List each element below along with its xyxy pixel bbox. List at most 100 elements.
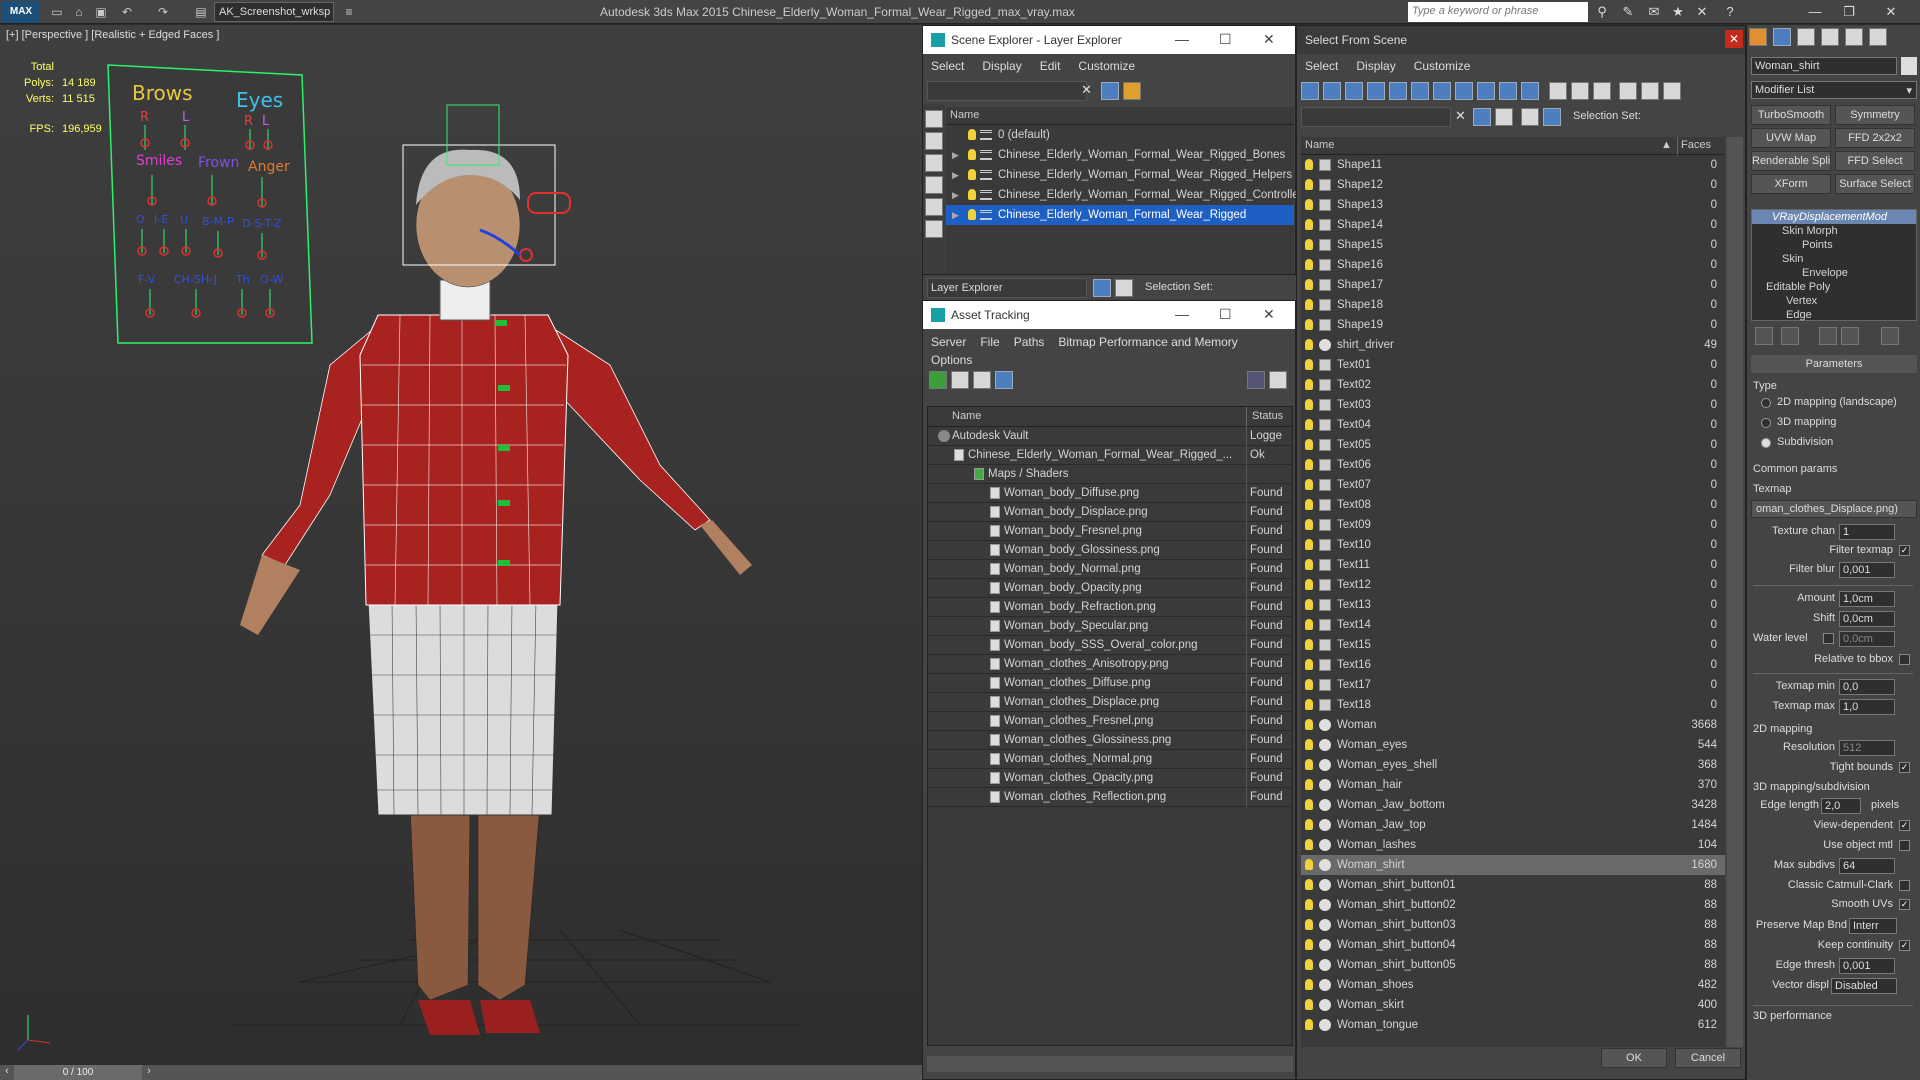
object-row[interactable]: Woman_Jaw_top 1484	[1301, 815, 1725, 835]
object-col-faces[interactable]: Faces	[1681, 139, 1711, 151]
workspace-dropdown[interactable]: AK_Screenshot_wrksp	[214, 2, 334, 22]
visibility-bulb-icon[interactable]	[1305, 999, 1313, 1010]
layer-list-header[interactable]: Name	[946, 107, 1294, 125]
object-row[interactable]: Shape18 0	[1301, 295, 1725, 315]
thumbnail-view-icon[interactable]	[973, 371, 991, 389]
menu-display[interactable]: Display	[1356, 59, 1395, 73]
visibility-bulb-icon[interactable]	[1305, 1019, 1313, 1030]
asset-row[interactable]: Woman_clothes_Diffuse.png Found	[928, 674, 1292, 693]
object-row[interactable]: shirt_driver 49	[1301, 335, 1725, 355]
close-icon[interactable]: ✕	[1263, 306, 1275, 323]
expand-arrow-icon[interactable]: ▶	[952, 205, 959, 225]
visibility-bulb-icon[interactable]	[1305, 159, 1313, 170]
layer-row[interactable]: ▶ Chinese_Elderly_Woman_Formal_Wear_Rigge…	[946, 185, 1308, 205]
shift-spinner[interactable]: 0,0cm	[1839, 611, 1895, 627]
filter-geometry-icon[interactable]	[1301, 82, 1319, 100]
modifier-button[interactable]: Symmetry	[1835, 105, 1915, 125]
favorites-star-icon[interactable]: ★	[1668, 3, 1688, 21]
visibility-bulb-icon[interactable]	[1305, 579, 1313, 590]
list-view-icon[interactable]	[951, 371, 969, 389]
filter-shapes-icon[interactable]	[1323, 82, 1341, 100]
filter-helpers-icon[interactable]	[1389, 82, 1407, 100]
display-geometry-icon[interactable]	[925, 110, 943, 128]
visibility-bulb-icon[interactable]	[968, 129, 976, 140]
edge-length-spinner[interactable]: 2,0	[1821, 798, 1861, 814]
menu-customize[interactable]: Customize	[1414, 59, 1471, 73]
visibility-bulb-icon[interactable]	[1305, 759, 1313, 770]
close-icon[interactable]: ✕	[1263, 31, 1275, 48]
object-row[interactable]: Text13 0	[1301, 595, 1725, 615]
object-list-scrollbar[interactable]	[1727, 137, 1743, 1047]
stack-item[interactable]: Editable Poly	[1752, 280, 1916, 294]
visibility-bulb-icon[interactable]	[1305, 399, 1313, 410]
select-from-scene-titlebar[interactable]: Select From Scene ✕	[1297, 26, 1745, 54]
visibility-bulb-icon[interactable]	[1305, 619, 1313, 630]
workspace-chevron-icon[interactable]: ≡	[340, 3, 358, 21]
water-level-spinner[interactable]: 0,0cm	[1839, 631, 1895, 647]
object-row[interactable]: Woman_shirt_button05 88	[1301, 955, 1725, 975]
display-tab-icon[interactable]	[1845, 28, 1863, 46]
visibility-bulb-icon[interactable]	[1305, 899, 1313, 910]
expand-arrow-icon[interactable]: ▶	[952, 165, 959, 185]
relative-bbox-checkbox[interactable]	[1899, 654, 1910, 665]
object-row[interactable]: Shape16 0	[1301, 255, 1725, 275]
modifier-button[interactable]: FFD Select	[1835, 151, 1915, 171]
visibility-bulb-icon[interactable]	[1305, 199, 1313, 210]
visibility-bulb-icon[interactable]	[968, 169, 976, 180]
object-row[interactable]: Shape11 0	[1301, 155, 1725, 175]
visibility-bulb-icon[interactable]	[1305, 179, 1313, 190]
filter-lights-icon[interactable]	[1345, 82, 1363, 100]
asset-row[interactable]: Woman_body_Glossiness.png Found	[928, 541, 1292, 560]
menu-display[interactable]: Display	[982, 59, 1021, 73]
redo-icon[interactable]: ↷	[154, 3, 172, 21]
help-icon[interactable]: ?	[1720, 3, 1740, 21]
perspective-viewport[interactable]: [+] [Perspective ] [Realistic + Edged Fa…	[0, 25, 922, 1065]
classic-catmull-checkbox[interactable]	[1899, 880, 1910, 891]
radio-2d-mapping[interactable]	[1761, 398, 1771, 408]
filter-containers-icon[interactable]	[1499, 82, 1517, 100]
menu-select[interactable]: Select	[931, 59, 964, 73]
object-row[interactable]: Text06 0	[1301, 455, 1725, 475]
help-icon[interactable]	[1247, 371, 1265, 389]
object-row[interactable]: Shape14 0	[1301, 215, 1725, 235]
asset-col-status[interactable]: Status	[1252, 410, 1283, 422]
visibility-bulb-icon[interactable]	[1305, 659, 1313, 670]
subscription-icon[interactable]: ✎	[1618, 3, 1638, 21]
pin-stack-icon[interactable]	[1755, 327, 1773, 345]
scene-search-input[interactable]	[927, 81, 1087, 101]
keep-continuity-checkbox[interactable]: ✓	[1899, 940, 1910, 951]
stack-item[interactable]: Vertex	[1752, 294, 1916, 308]
texture-channel-spinner[interactable]: 1	[1839, 524, 1895, 540]
preserve-map-dropdown[interactable]: Interr	[1849, 918, 1897, 934]
modifier-button[interactable]: UVW Map	[1751, 128, 1831, 148]
object-row[interactable]: Woman 3668	[1301, 715, 1725, 735]
visibility-bulb-icon[interactable]	[1305, 239, 1313, 250]
undo-icon[interactable]: ↶	[118, 3, 136, 21]
asset-row[interactable]: Woman_clothes_Fresnel.png Found	[928, 712, 1292, 731]
object-row[interactable]: Woman_eyes 544	[1301, 735, 1725, 755]
smooth-uvs-checkbox[interactable]: ✓	[1899, 899, 1910, 910]
select-search-input[interactable]	[1301, 107, 1451, 127]
object-row[interactable]: Text15 0	[1301, 635, 1725, 655]
object-row[interactable]: Text02 0	[1301, 375, 1725, 395]
object-row[interactable]: Text10 0	[1301, 535, 1725, 555]
asset-row[interactable]: Autodesk Vault Logge	[928, 427, 1292, 446]
menu-options[interactable]: Options	[931, 353, 972, 367]
communication-icon[interactable]: ✉	[1644, 3, 1664, 21]
asset-tracking-titlebar[interactable]: Asset Tracking — ☐ ✕	[923, 301, 1295, 329]
filter-funnel-icon[interactable]	[1619, 82, 1637, 100]
visibility-bulb-icon[interactable]	[1305, 919, 1313, 930]
close-icon[interactable]: ✕	[1725, 30, 1743, 48]
modifier-button[interactable]: Renderable Spline	[1751, 151, 1831, 171]
modifier-button[interactable]: XForm	[1751, 174, 1831, 194]
open-file-icon[interactable]: ⌂	[70, 3, 88, 21]
modifier-button[interactable]: TurboSmooth	[1751, 105, 1831, 125]
object-row[interactable]: Woman_shoes 482	[1301, 975, 1725, 995]
filter-blur-spinner[interactable]: 0,001	[1839, 562, 1895, 578]
visibility-bulb-icon[interactable]	[1305, 479, 1313, 490]
water-level-checkbox[interactable]	[1823, 633, 1834, 644]
object-row[interactable]: Text09 0	[1301, 515, 1725, 535]
radio-subdivision[interactable]	[1761, 438, 1771, 448]
visibility-bulb-icon[interactable]	[1305, 979, 1313, 990]
asset-row[interactable]: Woman_body_Refraction.png Found	[928, 598, 1292, 617]
